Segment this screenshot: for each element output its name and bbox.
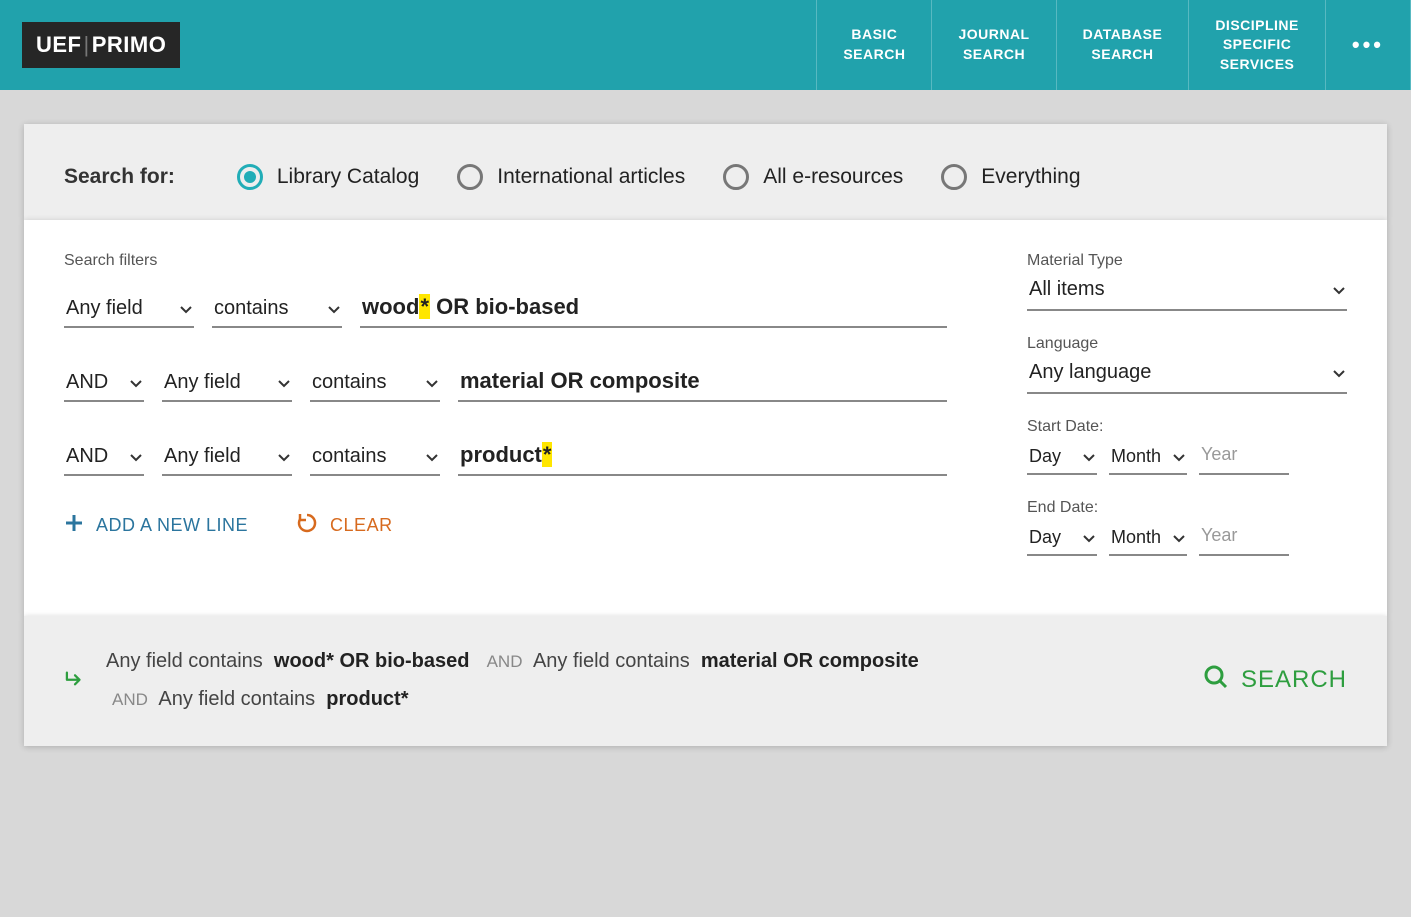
logo-container: UEF | PRIMO xyxy=(0,0,202,90)
query-summary-bar: Any field contains wood* OR bio-based AN… xyxy=(24,616,1387,746)
filter-row-1: Any field contains wood* OR bio-based xyxy=(64,290,947,328)
logo-uef: UEF xyxy=(36,32,82,58)
filters-left: Search filters Any field contains wood* … xyxy=(64,252,947,580)
search-icon xyxy=(1203,664,1229,697)
filters-label: Search filters xyxy=(64,252,947,270)
chevron-down-icon xyxy=(1333,361,1345,384)
filters-panel: Search filters Any field contains wood* … xyxy=(24,220,1387,616)
chevron-down-icon xyxy=(1083,446,1095,467)
arrow-return-icon xyxy=(64,669,86,692)
field-select-3[interactable]: Any field xyxy=(162,441,292,476)
scope-row: Search for: Library Catalog Internationa… xyxy=(64,164,1347,190)
scope-label: Search for: xyxy=(64,165,175,189)
clear-button[interactable]: CLEAR xyxy=(296,512,393,539)
radio-icon xyxy=(941,164,967,190)
logo[interactable]: UEF | PRIMO xyxy=(22,22,180,68)
nav-more[interactable]: ••• xyxy=(1325,0,1411,90)
start-day-select[interactable]: Day xyxy=(1027,442,1097,475)
filter-row-2: AND Any field contains material OR compo… xyxy=(64,364,947,402)
header: UEF | PRIMO BASIC SEARCH JOURNAL SEARCH … xyxy=(0,0,1411,90)
chevron-down-icon xyxy=(426,445,438,468)
radio-icon xyxy=(237,164,263,190)
op-select-2[interactable]: contains xyxy=(310,367,440,402)
reset-icon xyxy=(296,512,318,539)
end-month-select[interactable]: Month xyxy=(1109,523,1187,556)
field-select-2[interactable]: Any field xyxy=(162,367,292,402)
bool-select-2[interactable]: AND xyxy=(64,367,144,402)
nav-basic-search[interactable]: BASIC SEARCH xyxy=(816,0,931,90)
search-term-2[interactable]: material OR composite xyxy=(458,364,947,402)
chevron-down-icon xyxy=(1083,527,1095,548)
add-line-button[interactable]: ADD A NEW LINE xyxy=(64,513,248,538)
scope-everything[interactable]: Everything xyxy=(941,164,1080,190)
radio-icon xyxy=(457,164,483,190)
scope-international-articles[interactable]: International articles xyxy=(457,164,685,190)
nav-journal-search[interactable]: JOURNAL SEARCH xyxy=(931,0,1055,90)
bool-select-3[interactable]: AND xyxy=(64,441,144,476)
plus-icon xyxy=(64,513,84,538)
ellipsis-icon: ••• xyxy=(1352,30,1384,61)
start-year-input[interactable] xyxy=(1199,440,1289,475)
search-scope-panel: Search for: Library Catalog Internationa… xyxy=(24,124,1387,220)
scope-library-catalog[interactable]: Library Catalog xyxy=(237,164,419,190)
chevron-down-icon xyxy=(1173,446,1185,467)
end-day-select[interactable]: Day xyxy=(1027,523,1097,556)
language-select[interactable]: Any language xyxy=(1027,357,1347,394)
chevron-down-icon xyxy=(1333,278,1345,301)
chevron-down-icon xyxy=(278,371,290,394)
search-term-3[interactable]: product* xyxy=(458,438,947,476)
chevron-down-icon xyxy=(278,445,290,468)
end-date-label: End Date: xyxy=(1027,499,1347,517)
chevron-down-icon xyxy=(130,445,142,468)
field-select-1[interactable]: Any field xyxy=(64,293,194,328)
radio-icon xyxy=(723,164,749,190)
language-label: Language xyxy=(1027,335,1347,353)
search-button[interactable]: SEARCH xyxy=(1203,664,1347,697)
main-nav: BASIC SEARCH JOURNAL SEARCH DATABASE SEA… xyxy=(816,0,1411,90)
logo-primo: PRIMO xyxy=(92,32,167,58)
chevron-down-icon xyxy=(130,371,142,394)
chevron-down-icon xyxy=(1173,527,1185,548)
material-type-select[interactable]: All items xyxy=(1027,274,1347,311)
filters-right: Material Type All items Language Any lan… xyxy=(1027,252,1347,580)
filter-actions: ADD A NEW LINE CLEAR xyxy=(64,512,947,539)
end-date-field: End Date: Day Month xyxy=(1027,499,1347,556)
chevron-down-icon xyxy=(426,371,438,394)
nav-database-search[interactable]: DATABASE SEARCH xyxy=(1056,0,1189,90)
material-type-label: Material Type xyxy=(1027,252,1347,270)
op-select-3[interactable]: contains xyxy=(310,441,440,476)
start-date-field: Start Date: Day Month xyxy=(1027,418,1347,475)
language-field: Language Any language xyxy=(1027,335,1347,394)
filter-row-3: AND Any field contains product* xyxy=(64,438,947,476)
nav-discipline-services[interactable]: DISCIPLINE SPECIFIC SERVICES xyxy=(1188,0,1325,90)
op-select-1[interactable]: contains xyxy=(212,293,342,328)
scope-all-e-resources[interactable]: All e-resources xyxy=(723,164,903,190)
start-month-select[interactable]: Month xyxy=(1109,442,1187,475)
search-term-1[interactable]: wood* OR bio-based xyxy=(360,290,947,328)
material-type-field: Material Type All items xyxy=(1027,252,1347,311)
query-summary-text: Any field contains wood* OR bio-based AN… xyxy=(106,642,1183,718)
logo-separator: | xyxy=(84,32,90,58)
start-date-label: Start Date: xyxy=(1027,418,1347,436)
chevron-down-icon xyxy=(328,297,340,320)
end-year-input[interactable] xyxy=(1199,521,1289,556)
chevron-down-icon xyxy=(180,297,192,320)
